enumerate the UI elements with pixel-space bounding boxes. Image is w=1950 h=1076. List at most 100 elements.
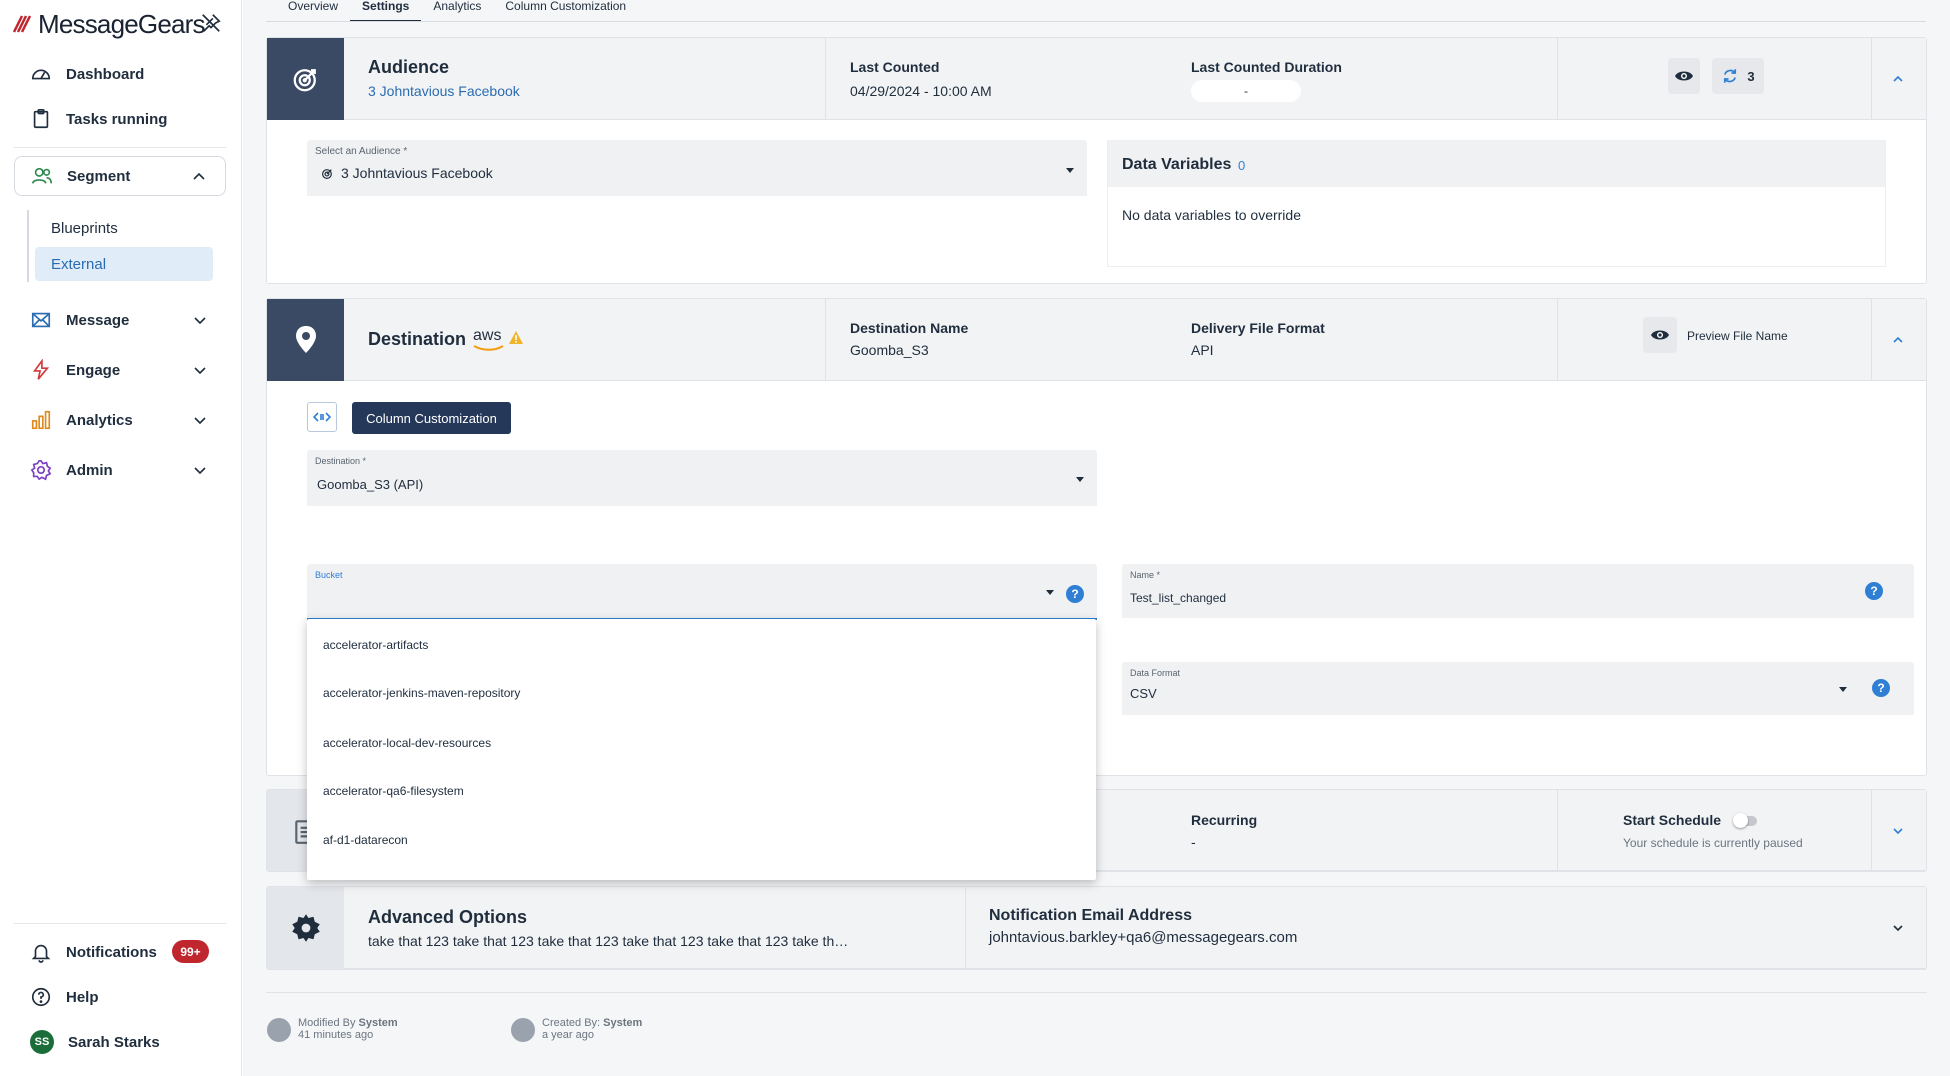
chevron-down-icon (194, 367, 206, 375)
recurring-label: Recurring (1191, 812, 1258, 828)
chevron-up-icon[interactable] (1890, 332, 1906, 348)
help-icon[interactable]: ? (1865, 582, 1883, 600)
modified-time: 41 minutes ago (298, 1029, 374, 1041)
logo[interactable]: MessageGears (12, 8, 232, 40)
bucket-option[interactable]: accelerator-artifacts (323, 638, 428, 652)
data-format-select[interactable]: Data Format CSV ? (1122, 662, 1914, 715)
sidebar-item-label: Notifications (66, 943, 157, 961)
chevron-down-icon[interactable] (1890, 823, 1906, 839)
header-separator (1871, 299, 1872, 381)
chevron-up-icon (193, 172, 205, 180)
location-pin-icon (295, 326, 316, 353)
destination-title: Destination (368, 329, 467, 349)
footer-divider (266, 992, 1927, 993)
sidebar-item-engage[interactable]: Engage (14, 350, 226, 390)
notifications-badge: 99+ (172, 940, 209, 963)
delivery-format-value: API (1191, 342, 1214, 358)
column-customization-button[interactable]: Column Customization (352, 402, 511, 434)
modified-by-name: System (358, 1017, 398, 1029)
tab-overview[interactable]: Overview (276, 0, 350, 22)
tab-analytics[interactable]: Analytics (421, 0, 493, 22)
modified-by: Modified By System 41 minutes ago (298, 1017, 398, 1041)
header-separator (1557, 299, 1558, 381)
start-schedule-label: Start Schedule (1623, 812, 1722, 828)
help-icon[interactable]: ? (1872, 679, 1890, 697)
destination-name-label: Destination Name (850, 320, 969, 336)
data-variables-header: Data Variables 0 (1108, 141, 1885, 187)
recurring-value: - (1191, 834, 1196, 850)
user-name: Sarah Starks (68, 1033, 160, 1051)
header-separator (1557, 790, 1558, 871)
recount-count: 3 (1747, 68, 1755, 84)
tab-settings[interactable]: Settings (350, 0, 422, 22)
sidebar-item-tasks-running[interactable]: Tasks running (14, 99, 226, 139)
destination-header[interactable]: Destination aws Destination Name Goomba_… (267, 299, 1926, 381)
preview-audience-button[interactable] (1668, 58, 1700, 94)
preview-file-name-button[interactable] (1643, 317, 1677, 353)
chevron-down-icon (194, 467, 206, 475)
envelope-icon (31, 312, 51, 328)
bucket-select-label: Bucket (315, 570, 343, 580)
audience-title: Audience (368, 57, 450, 77)
pin-icon[interactable] (200, 12, 222, 34)
header-separator (1871, 790, 1872, 871)
modified-by-avatar (267, 1018, 291, 1042)
last-counted-value: 04/29/2024 - 10:00 AM (850, 83, 992, 99)
help-icon[interactable]: ? (1066, 585, 1084, 603)
sidebar-item-label: Tasks running (66, 110, 168, 128)
tabs-divider (266, 21, 1926, 22)
audience-icon-box (267, 38, 344, 120)
created-by-name: System (603, 1017, 643, 1029)
sidebar-item-segment[interactable]: Segment (14, 156, 226, 196)
sidebar-divider (14, 147, 226, 148)
advanced-options-title: Advanced Options (368, 907, 528, 927)
bucket-select[interactable]: Bucket ? (307, 564, 1097, 620)
recount-button[interactable]: 3 (1712, 58, 1764, 94)
preview-file-name-label[interactable]: Preview File Name (1687, 329, 1788, 343)
delivery-format-label: Delivery File Format (1191, 320, 1325, 336)
start-schedule-sub: Your schedule is currently paused (1623, 836, 1803, 850)
sidebar-item-analytics[interactable]: Analytics (14, 400, 226, 440)
bucket-dropdown-menu: accelerator-artifacts accelerator-jenkin… (307, 619, 1096, 880)
sidebar-divider (14, 923, 226, 924)
chevron-up-icon[interactable] (1890, 71, 1906, 87)
sidebar-item-admin[interactable]: Admin (14, 450, 226, 490)
audience-subtitle[interactable]: 3 Johntavious Facebook (368, 83, 520, 99)
sidebar-item-blueprints[interactable]: Blueprints (35, 211, 213, 245)
warning-icon[interactable] (508, 330, 524, 345)
messagegears-logo-icon (12, 15, 32, 33)
bucket-option[interactable]: accelerator-local-dev-resources (323, 736, 491, 750)
notification-email-value: johntavious.barkley+qa6@messagegears.com (989, 929, 1298, 946)
name-field-label: Name * (1130, 570, 1161, 580)
header-separator (965, 887, 966, 969)
column-mapping-button[interactable] (307, 402, 337, 432)
gear-icon (30, 460, 52, 481)
sidebar: MessageGears Dashboard Tasks running Seg… (0, 0, 242, 1076)
sidebar-item-user[interactable]: SS Sarah Starks (14, 1022, 226, 1062)
advanced-options-header[interactable]: Advanced Options take that 123 take that… (267, 887, 1926, 969)
sidebar-item-external[interactable]: External (35, 247, 213, 281)
clipboard-icon (33, 109, 49, 129)
bucket-option[interactable]: accelerator-qa6-filesystem (323, 784, 464, 798)
name-field[interactable]: Name * Test_list_changed ? (1122, 564, 1914, 618)
audience-header[interactable]: Audience 3 Johntavious Facebook Last Cou… (267, 38, 1926, 120)
header-separator (825, 38, 826, 120)
sidebar-item-help[interactable]: Help (14, 977, 226, 1017)
logo-text: MessageGears (38, 8, 206, 39)
bucket-option[interactable]: af-d1-datarecon (323, 833, 408, 847)
tab-bar: Overview Settings Analytics Column Custo… (276, 0, 638, 22)
tab-column-customization[interactable]: Column Customization (493, 0, 638, 22)
aws-logo-icon: aws (473, 327, 504, 351)
eye-icon (1675, 71, 1693, 81)
chevron-down-icon[interactable] (1890, 920, 1906, 936)
advanced-options-subtitle: take that 123 take that 123 take that 12… (368, 933, 849, 949)
audience-select[interactable]: Select an Audience * 3 Johntavious Faceb… (307, 140, 1087, 196)
start-schedule-toggle[interactable] (1733, 813, 1757, 828)
sidebar-item-message[interactable]: Message (14, 300, 226, 340)
data-variables-empty: No data variables to override (1122, 207, 1301, 223)
bucket-option[interactable]: accelerator-jenkins-maven-repository (323, 686, 520, 700)
sidebar-item-dashboard[interactable]: Dashboard (14, 54, 226, 94)
help-circle-icon (31, 987, 51, 1007)
sidebar-item-label: Dashboard (66, 65, 145, 83)
destination-select[interactable]: Destination * Goomba_S3 (API) (307, 450, 1097, 506)
